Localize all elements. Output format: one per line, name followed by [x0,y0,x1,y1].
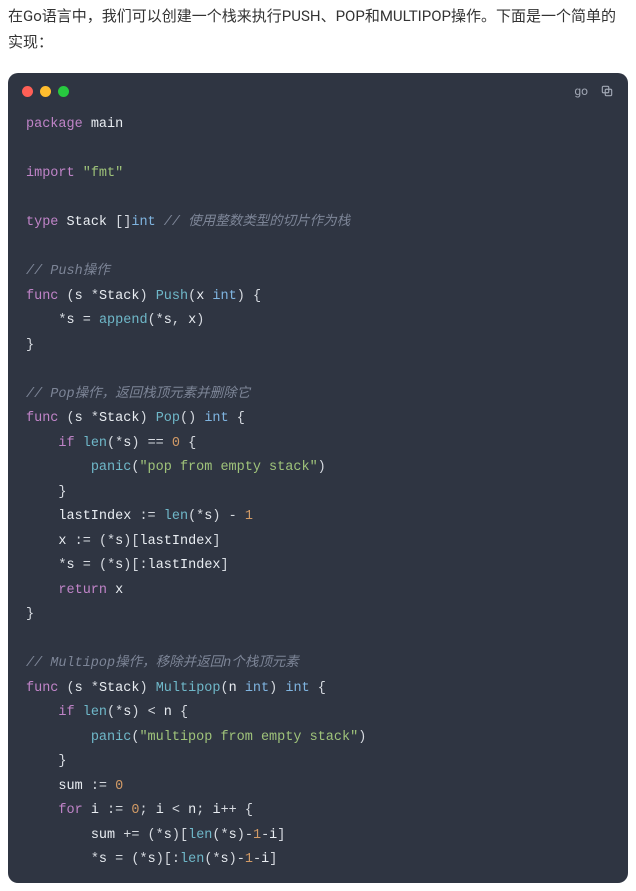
code-body: package main import "fmt" type Stack []i… [8,109,628,883]
code-language-label: go [574,84,588,98]
code-header: go [8,73,628,109]
code-block: go package main import "fmt" type Stack … [8,73,628,883]
maximize-icon [58,86,69,97]
copy-icon[interactable] [600,84,614,98]
minimize-icon [40,86,51,97]
window-dots [22,86,69,97]
intro-text: 在Go语言中，我们可以创建一个栈来执行PUSH、POP和MULTIPOP操作。下… [0,0,636,65]
close-icon [22,86,33,97]
